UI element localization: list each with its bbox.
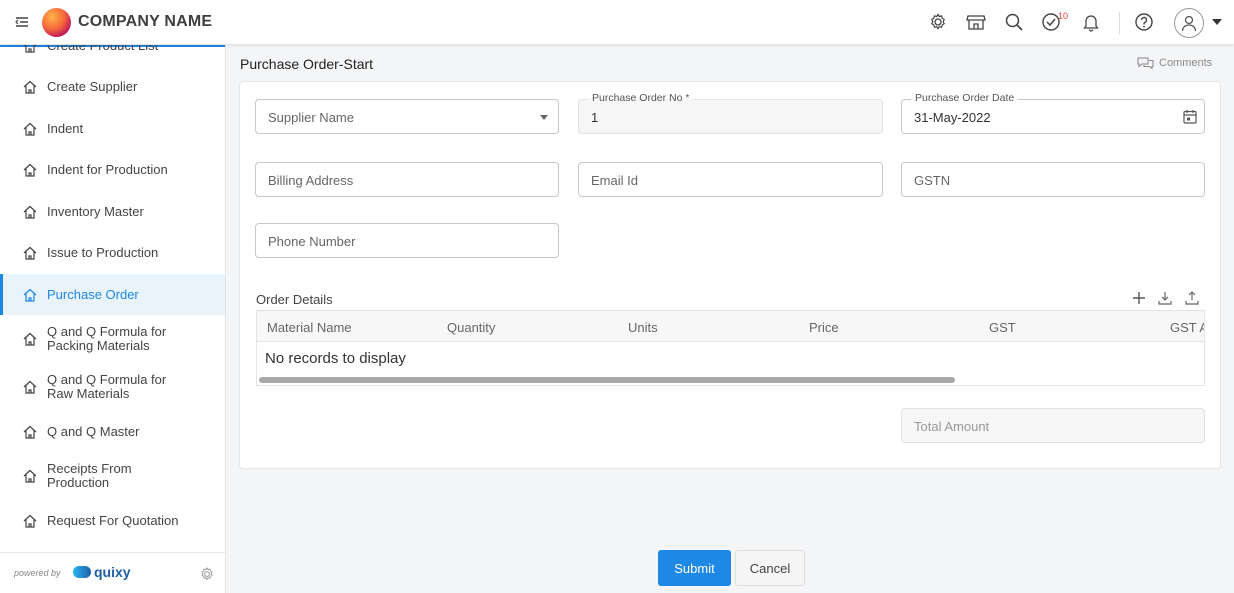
sidebar-item-q-and-q-master[interactable]: Q and Q Master (0, 411, 225, 452)
purchase-order-date-label: Purchase Order Date (911, 92, 1019, 104)
sidebar-item-label: Create Product List (47, 45, 159, 53)
gstn-input[interactable]: GSTN (901, 162, 1205, 197)
sidebar-item-indent[interactable]: Indent (0, 108, 225, 150)
supplier-name-dropdown[interactable]: Supplier Name (255, 99, 559, 134)
email-id-input[interactable]: Email Id (578, 162, 883, 197)
home-icon (23, 45, 37, 53)
home-icon (23, 205, 37, 219)
home-icon (23, 514, 37, 528)
store-icon[interactable] (966, 12, 986, 32)
sidebar-item-q-and-q-formula-for-raw-materials[interactable]: Q and Q Formula for Raw Materials (0, 363, 225, 411)
home-icon (23, 380, 37, 394)
sidebar-item-label: Create Supplier (47, 79, 138, 94)
sidebar-item-purchase-order[interactable]: Purchase Order (0, 274, 225, 315)
column-header-units[interactable]: Units (628, 320, 658, 335)
settings-icon[interactable] (199, 566, 215, 582)
purchase-order-date-field[interactable]: Purchase Order Date 31-May-2022 (901, 92, 1205, 134)
add-row-icon[interactable] (1131, 290, 1147, 306)
comments-icon (1137, 57, 1154, 70)
grid-header: Material Name Quantity Units Price GST G… (257, 311, 1204, 342)
powered-by-text: powered by (14, 568, 61, 578)
home-icon (23, 246, 37, 260)
header-divider (1119, 12, 1120, 34)
user-icon (1181, 15, 1197, 32)
home-icon (23, 80, 37, 94)
sidebar-item-receipts-from-production[interactable]: Receipts From Production (0, 452, 225, 500)
order-details-label: Order Details (256, 292, 333, 307)
sidebar-item-label: Q and Q Master (47, 423, 140, 439)
sidebar-item-label: Q and Q Formula for Packing Materials (47, 324, 167, 353)
sidebar-item-create-product-list[interactable]: Create Product List (0, 45, 225, 53)
column-header-gst[interactable]: GST (989, 320, 1016, 335)
gstn-placeholder: GSTN (914, 173, 951, 188)
search-icon[interactable] (1004, 12, 1024, 32)
sidebar-item-label: Inventory Master (47, 204, 144, 219)
billing-address-placeholder: Billing Address (268, 173, 354, 188)
user-menu-caret-icon[interactable] (1212, 19, 1222, 25)
sidebar: Create Product List Create Supplier Inden… (0, 45, 226, 593)
column-header-quantity[interactable]: Quantity (447, 320, 495, 335)
company-logo (42, 8, 71, 37)
page-title: Purchase Order-Start (240, 56, 374, 72)
tasks-badge: 10 (1058, 11, 1069, 21)
sidebar-item-label: Receipts From Production (47, 461, 132, 490)
sidebar-footer: powered by quixy (0, 552, 225, 593)
sidebar-item-label: Q and Q Formula for Raw Materials (47, 372, 167, 401)
sidebar-item-label: Indent for Production (47, 162, 168, 177)
home-icon (23, 332, 37, 346)
sidebar-item-create-supplier[interactable]: Create Supplier (0, 66, 225, 108)
quixy-logo-icon (73, 566, 91, 578)
sidebar-item-label: Request For Quotation (47, 513, 179, 528)
total-amount-placeholder: Total Amount (914, 419, 990, 434)
quixy-brand: quixy (94, 564, 131, 580)
purchase-order-no-field: Purchase Order No * 1 (578, 92, 883, 134)
submit-button[interactable]: Submit (658, 550, 731, 586)
user-avatar[interactable] (1174, 8, 1204, 38)
sidebar-item-inventory-master[interactable]: Inventory Master (0, 191, 225, 233)
column-header-material-name[interactable]: Material Name (267, 320, 352, 335)
supplier-name-placeholder: Supplier Name (268, 110, 354, 125)
column-header-gst-amount[interactable]: GST Amount (1170, 320, 1204, 335)
upload-icon[interactable] (1184, 290, 1200, 306)
purchase-order-no-value: 1 (591, 110, 599, 125)
sidebar-item-label: Purchase Order (47, 286, 139, 302)
chevron-down-icon (540, 115, 548, 120)
purchase-order-date-value: 31-May-2022 (914, 110, 991, 125)
sidebar-item-label: Indent (47, 121, 84, 136)
comments-button[interactable]: Comments (1137, 56, 1212, 70)
settings-icon[interactable] (928, 12, 948, 32)
calendar-icon[interactable] (1183, 109, 1197, 124)
purchase-order-no-label: Purchase Order No * (588, 92, 694, 104)
download-icon[interactable] (1157, 290, 1173, 306)
sidebar-item-request-for-quotation[interactable]: Request For Quotation (0, 500, 225, 542)
comments-label: Comments (1159, 57, 1213, 69)
home-icon (23, 163, 37, 177)
email-id-placeholder: Email Id (591, 173, 638, 188)
column-header-price[interactable]: Price (809, 320, 839, 335)
company-name: COMPANY NAME (78, 13, 213, 30)
menu-toggle-icon[interactable] (14, 14, 30, 30)
sidebar-item-indent-for-production[interactable]: Indent for Production (0, 149, 225, 191)
help-icon[interactable] (1134, 12, 1154, 32)
phone-number-placeholder: Phone Number (268, 234, 356, 249)
sidebar-item-issue-to-production[interactable]: Issue to Production (0, 232, 225, 274)
horizontal-scrollbar[interactable] (259, 377, 955, 383)
cancel-button[interactable]: Cancel (735, 550, 805, 586)
total-amount-field: Total Amount (901, 408, 1205, 443)
order-details-grid: Material Name Quantity Units Price GST G… (256, 310, 1205, 386)
sidebar-item-q-and-q-formula-for-packing-materials[interactable]: Q and Q Formula for Packing Materials (0, 315, 225, 363)
home-icon (23, 288, 37, 302)
billing-address-input[interactable]: Billing Address (255, 162, 559, 197)
bell-icon[interactable] (1081, 12, 1101, 32)
home-icon (23, 122, 37, 136)
no-records-message: No records to display (265, 350, 406, 367)
home-icon (23, 425, 37, 439)
phone-number-input[interactable]: Phone Number (255, 223, 559, 258)
quixy-logo: quixy (73, 564, 131, 580)
top-bar: COMPANY NAME 10 (0, 0, 1234, 45)
sidebar-item-label: Issue to Production (47, 245, 159, 260)
home-icon (23, 469, 37, 483)
